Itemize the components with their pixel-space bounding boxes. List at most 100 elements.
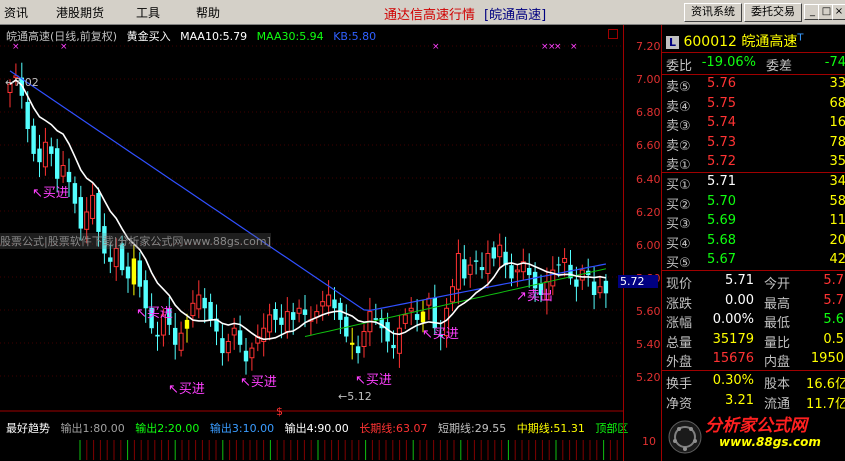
candle-body bbox=[273, 308, 278, 320]
candle-body bbox=[84, 211, 90, 230]
indicator-name: 最好趋势 bbox=[6, 422, 50, 435]
stat-value: 16.6亿 bbox=[806, 377, 845, 392]
candle-body bbox=[279, 317, 284, 325]
ask-volume: 33 bbox=[829, 76, 845, 91]
watermark: 股票公式|股票软件下载|分析家公式网www.88gs.com] bbox=[0, 233, 271, 249]
candle-body bbox=[414, 314, 420, 320]
axis-label: 6.20 bbox=[636, 206, 661, 219]
mid-term-readout: 中期线:51.31 bbox=[516, 422, 585, 435]
price-axis: 7.20 7.00 6.80 6.60 6.40 6.20 6.00 5.80 … bbox=[623, 25, 661, 461]
chart-stock-period: 皖通高速(日线,前复权) bbox=[6, 30, 118, 43]
candle-body bbox=[350, 342, 355, 345]
ask-price: 5.76 bbox=[707, 76, 736, 91]
stat-value: 15676 bbox=[712, 351, 754, 367]
candle-body bbox=[78, 197, 83, 229]
axis-label: 10 bbox=[642, 435, 656, 448]
candle-body bbox=[49, 146, 54, 154]
candle-body bbox=[31, 125, 36, 154]
output2-readout: 输出2:20.00 bbox=[135, 422, 200, 435]
separator bbox=[662, 74, 845, 75]
candle-body bbox=[396, 327, 402, 354]
axis-label: 5.20 bbox=[636, 371, 661, 384]
long-term-readout: 长期线:63.07 bbox=[359, 422, 428, 435]
app-title: 通达信高速行情 bbox=[384, 8, 476, 23]
cross-marker: × bbox=[432, 42, 440, 52]
menu-help[interactable]: 帮助 bbox=[196, 4, 220, 21]
ask-volume: 16 bbox=[829, 115, 845, 131]
candle-body bbox=[178, 332, 184, 351]
candle-body bbox=[155, 334, 160, 337]
brand-watermark: 分析家公式网 www.88gs.com bbox=[661, 405, 845, 461]
candle-body bbox=[220, 338, 225, 354]
stat-label: 现价 bbox=[666, 277, 693, 292]
candle-body bbox=[527, 267, 532, 276]
candle-body bbox=[391, 344, 396, 349]
stat-value: 0.00 bbox=[725, 292, 754, 308]
axis-label: 6.40 bbox=[636, 173, 661, 186]
candle-body bbox=[556, 264, 561, 266]
stat-value: 1950 bbox=[810, 351, 844, 367]
bid-price: 5.70 bbox=[707, 193, 736, 209]
bid-volume: 11 bbox=[829, 213, 845, 229]
candle-body bbox=[231, 327, 237, 336]
menu-hk-futures[interactable]: 港股期货 bbox=[56, 4, 104, 21]
menu-tools[interactable]: 工具 bbox=[136, 4, 160, 21]
candle-body bbox=[173, 327, 178, 345]
axis-label: 7.00 bbox=[636, 73, 661, 86]
quote-panel: L 600012 皖通高速T 委比 -19.06% 委差 -74 卖⑤ 5.76… bbox=[661, 25, 845, 461]
candle-body bbox=[291, 312, 296, 320]
t-mark: T bbox=[797, 32, 804, 44]
bid-volume: 42 bbox=[829, 252, 845, 268]
candle-body bbox=[514, 269, 520, 273]
candle-body bbox=[373, 318, 378, 320]
separator bbox=[662, 52, 845, 53]
stock-code: 600012 bbox=[683, 34, 737, 50]
axis-label: 5.40 bbox=[636, 338, 661, 351]
news-system-button[interactable]: 资讯系统 bbox=[684, 3, 742, 22]
candle-body bbox=[579, 269, 585, 281]
kb-readout: KB:5.80 bbox=[333, 30, 377, 43]
separator bbox=[662, 172, 845, 173]
indicator-info-line: 最好趋势 输出1:80.00 输出2:20.00 输出3:10.00 输出4:9… bbox=[6, 420, 635, 436]
candle-body bbox=[225, 340, 231, 354]
candle-body bbox=[402, 314, 408, 324]
trade-button[interactable]: 委托交易 bbox=[744, 3, 802, 22]
stat-label: 股本 bbox=[764, 377, 791, 392]
stat-value: 0.5 bbox=[823, 331, 844, 347]
bid-volume: 20 bbox=[829, 232, 845, 248]
candle-body bbox=[137, 260, 142, 287]
candle-body bbox=[55, 148, 60, 179]
candle-body bbox=[96, 193, 101, 232]
current-price-tag: 5.72 bbox=[618, 275, 658, 288]
candle-body bbox=[326, 294, 332, 307]
close-icon[interactable]: × bbox=[832, 4, 845, 20]
menu-news[interactable]: 资讯 bbox=[4, 4, 28, 21]
chart-expand-icon[interactable] bbox=[608, 29, 618, 39]
cross-marker: × bbox=[570, 42, 578, 52]
candle-body bbox=[603, 280, 609, 294]
level-badge: L bbox=[666, 36, 680, 49]
candle-body bbox=[237, 330, 243, 345]
candle-body bbox=[284, 311, 290, 332]
candle-body bbox=[184, 319, 190, 329]
candle-body bbox=[296, 307, 302, 314]
candle-body bbox=[455, 253, 461, 290]
stat-value: 5.71 bbox=[725, 273, 754, 288]
candle-body bbox=[267, 314, 273, 333]
candle-body bbox=[355, 346, 361, 354]
cross-marker: × bbox=[554, 42, 562, 52]
candle-body bbox=[249, 347, 255, 359]
candle-body bbox=[66, 171, 72, 183]
buy-signal-label: ↖买进 bbox=[422, 327, 459, 342]
output4-readout: 输出4:90.00 bbox=[284, 422, 349, 435]
bid-price: 5.71 bbox=[707, 174, 736, 189]
indicator-marker: $ bbox=[276, 405, 283, 418]
candle-body bbox=[190, 302, 196, 317]
stat-value: 5.6 bbox=[823, 312, 844, 328]
candle-body bbox=[591, 281, 597, 295]
candle-body bbox=[320, 301, 326, 307]
ma30-readout: MAA30:5.94 bbox=[256, 30, 324, 43]
candle-body bbox=[479, 267, 485, 271]
buy-signal-label: ↖买进 bbox=[355, 373, 392, 388]
chart-info-line: 皖通高速(日线,前复权) 黄金买入 MAA10:5.79 MAA30:5.94 … bbox=[6, 28, 382, 44]
